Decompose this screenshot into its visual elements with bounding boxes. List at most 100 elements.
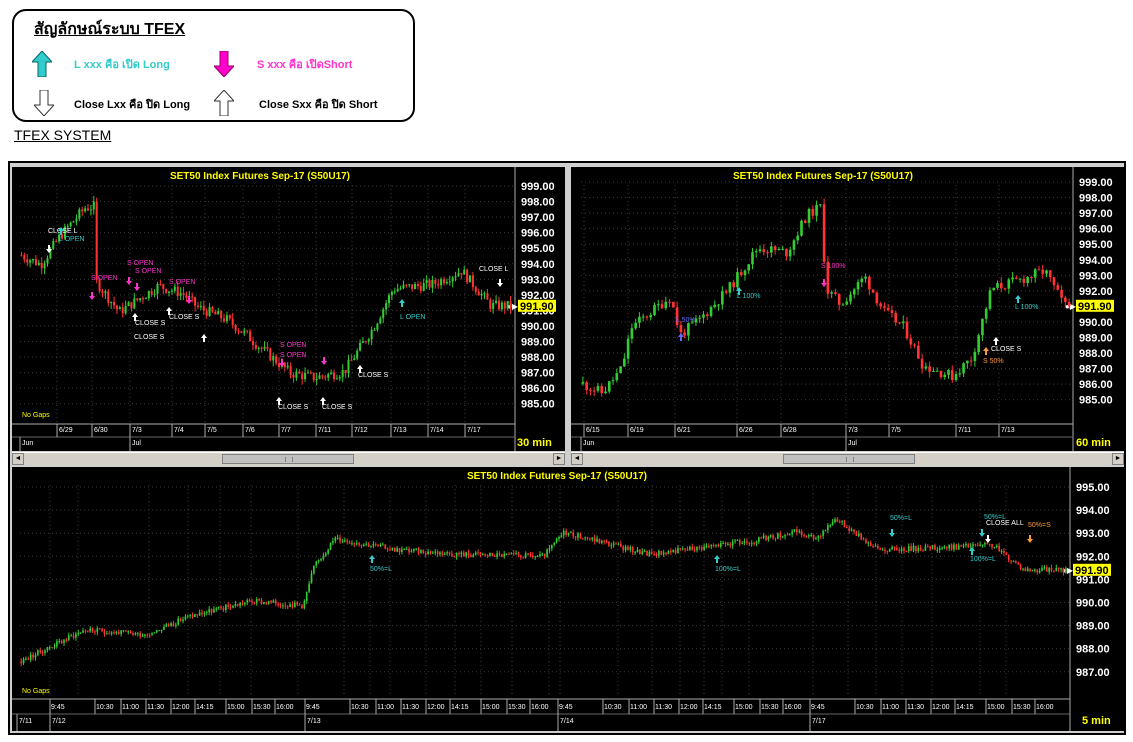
chart-5min-svg[interactable]: 995.00994.00993.00992.00991.00990.00989.… <box>12 467 1124 731</box>
candle-body <box>196 614 199 616</box>
candle-body <box>589 389 592 391</box>
y-tick-label: 992.00 <box>1079 286 1113 298</box>
x-time-label: 14:15 <box>451 704 469 711</box>
candle-body <box>738 540 741 544</box>
chart-title: SET50 Index Futures Sep-17 (S50U17) <box>733 171 913 182</box>
candle-body <box>222 607 225 610</box>
candle-body <box>936 549 939 551</box>
candle-body <box>329 542 332 550</box>
candle-body <box>660 550 663 555</box>
candle-body <box>662 552 665 555</box>
candle-body <box>696 546 698 551</box>
candle-body <box>1026 276 1029 284</box>
chart-window: 999.00 998.00 997.00 996.00 995.00 994.00 993.… <box>8 161 1126 735</box>
chart-30min-svg[interactable]: 999.00 998.00 997.00 996.00 995.00 994.00 993.… <box>12 167 565 451</box>
signal-annotation: CLOSE S <box>991 346 1022 353</box>
candle-body <box>960 545 962 547</box>
candle-body <box>272 600 275 603</box>
candle-body <box>274 600 277 604</box>
chart-panel-5min[interactable]: 995.00 994.00 993.00 992.00 991.00 990.00 989.… <box>12 467 1124 731</box>
legend-long-close: Close Lxx คือ ปิด Long <box>74 99 191 111</box>
scroll-left-button[interactable]: ◄ <box>12 453 24 465</box>
candle-body <box>439 552 441 555</box>
signal-annotation: S 50% <box>983 358 1004 365</box>
candle-body <box>529 553 532 556</box>
candle-body <box>650 551 653 554</box>
candle-body <box>822 531 824 536</box>
candle-body <box>52 241 55 249</box>
candle-body <box>89 628 92 632</box>
candle-body <box>34 655 37 658</box>
candle-body <box>612 543 615 546</box>
candle-body <box>777 533 779 539</box>
candle-body <box>1010 560 1012 562</box>
candle-body <box>277 603 280 605</box>
x-time-label: 11:30 <box>655 704 672 711</box>
candle-body <box>346 540 349 542</box>
candle-body <box>431 279 434 288</box>
candle-body <box>384 544 387 549</box>
candle-body <box>101 628 103 632</box>
candle-body <box>646 550 648 556</box>
candle-body <box>841 304 845 306</box>
scroll-thumb[interactable] <box>222 454 354 464</box>
candle-body <box>705 546 708 548</box>
candle-body <box>199 306 202 308</box>
y-tick-label: 989.00 <box>1076 621 1110 633</box>
candle-body <box>672 301 675 308</box>
candle-body <box>309 372 312 374</box>
candle-body <box>275 356 278 364</box>
candle-body <box>796 529 798 533</box>
candle-body <box>879 548 882 550</box>
candle-body <box>536 556 539 558</box>
candle-body <box>1050 567 1053 571</box>
chart-60min-svg[interactable]: 999.00 998.00 997.00 996.00 995.00 994.00 993.… <box>571 167 1124 451</box>
x-day-label: 7/12 <box>52 718 66 725</box>
candle-body <box>1055 567 1058 572</box>
candle-body <box>979 544 981 546</box>
candle-body <box>370 329 373 340</box>
scrollbar-60min[interactable]: ◄ ► <box>571 452 1124 465</box>
candle-body <box>425 280 428 284</box>
candle-body <box>1007 279 1011 289</box>
candle-body <box>753 543 755 545</box>
candle-body <box>304 373 307 380</box>
scroll-right-button[interactable]: ► <box>553 453 565 465</box>
long-close-arrow-icon <box>34 90 54 116</box>
chart-panel-30min[interactable]: 999.00 998.00 997.00 996.00 995.00 994.00 993.… <box>12 167 565 451</box>
scroll-thumb[interactable] <box>783 454 915 464</box>
short-open-arrow-icon <box>214 51 234 77</box>
scrollbar-30min[interactable]: ◄ ► <box>12 452 565 465</box>
candle-body <box>282 605 284 607</box>
candle-body <box>920 358 924 369</box>
candle-body <box>225 315 228 322</box>
candle-body <box>272 356 275 361</box>
candle-body <box>1060 289 1063 298</box>
candle-body <box>909 338 913 345</box>
signal-annotation: 100%=L <box>970 556 996 563</box>
candle-body <box>991 544 993 548</box>
x-date-label: 7/13 <box>1001 427 1015 434</box>
signal-annotation: CLOSE S <box>169 314 200 321</box>
candle-body <box>784 534 786 537</box>
candle-body <box>495 300 498 304</box>
candle-body <box>719 543 722 547</box>
candle-body <box>84 208 87 212</box>
candle-body <box>330 372 333 375</box>
candle-body <box>765 535 767 540</box>
candle-body <box>660 304 664 309</box>
candle-body <box>954 373 958 381</box>
candle-body <box>558 537 560 539</box>
candle-body <box>393 547 396 552</box>
candle-body <box>46 258 49 264</box>
candle-body <box>836 519 839 522</box>
chart-panel-60min[interactable]: 999.00 998.00 997.00 996.00 995.00 994.00 993.… <box>571 167 1124 451</box>
candle-body <box>63 639 65 644</box>
signal-annotation: 50%=S <box>1028 522 1051 529</box>
signal-annotation: S OPEN <box>280 342 306 349</box>
scroll-left-button[interactable]: ◄ <box>571 453 583 465</box>
candle-body <box>731 541 734 546</box>
candle-body <box>136 633 139 635</box>
signal-down-arrow-icon <box>821 279 827 287</box>
scroll-right-button[interactable]: ► <box>1112 453 1124 465</box>
